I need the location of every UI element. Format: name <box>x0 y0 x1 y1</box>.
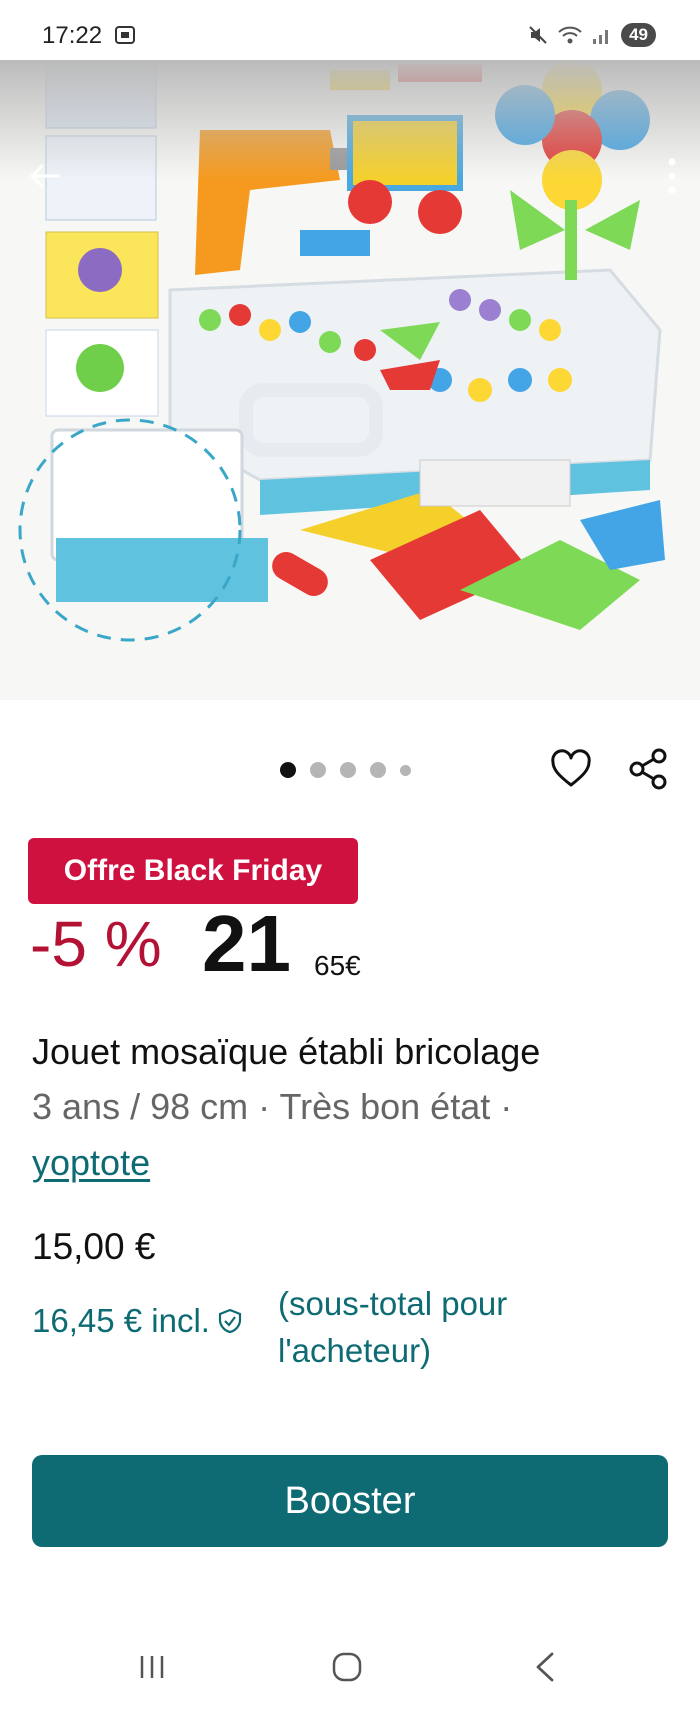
carousel-dot[interactable] <box>310 762 326 778</box>
status-time: 17:22 <box>42 22 103 49</box>
price-incl[interactable]: 16,45 € incl. <box>32 1302 210 1340</box>
promo-price-main: 21 <box>202 899 291 988</box>
carousel-dot[interactable] <box>340 762 356 778</box>
status-bar: 17:22 49 <box>0 0 700 68</box>
carousel-dot[interactable] <box>400 764 411 776</box>
more-vertical-icon[interactable] <box>662 152 682 200</box>
item-title: Jouet mosaïque établi bricolage <box>32 1031 541 1072</box>
item-meta: 3 ans / 98 cm · Très bon état · <box>32 1086 513 1127</box>
back-icon[interactable] <box>530 1650 560 1684</box>
promo-badge: Offre Black Friday <box>28 838 358 904</box>
carousel-dot[interactable] <box>370 762 386 778</box>
signal-icon <box>593 30 609 44</box>
home-icon[interactable] <box>330 1650 364 1684</box>
product-image[interactable] <box>0 60 700 700</box>
mute-icon <box>529 26 547 44</box>
shield-check-icon[interactable] <box>216 1307 244 1335</box>
carousel-dots[interactable] <box>280 762 411 778</box>
price-incl-note: (sous-total pour l'acheteur) <box>278 1285 508 1369</box>
screen-record-icon <box>115 26 135 44</box>
share-icon[interactable] <box>626 746 672 792</box>
booster-button[interactable]: Booster <box>32 1455 668 1547</box>
promo-price-cents: 65€ <box>314 950 361 981</box>
seller-link[interactable]: yoptote <box>32 1142 150 1184</box>
heart-icon[interactable] <box>548 746 594 792</box>
battery-icon: 49 <box>621 23 656 47</box>
arrow-left-icon[interactable] <box>22 154 66 198</box>
item-price: 15,00 € <box>32 1226 156 1267</box>
carousel-dot[interactable] <box>280 762 296 778</box>
price-incl-row[interactable]: 16,45 € incl. <box>32 1302 244 1340</box>
recent-apps-icon[interactable] <box>137 1652 167 1682</box>
wifi-icon <box>558 26 582 44</box>
status-icons: 49 <box>527 22 656 48</box>
hero-top-shade <box>0 60 700 180</box>
discount-label: -5 % <box>30 908 162 980</box>
